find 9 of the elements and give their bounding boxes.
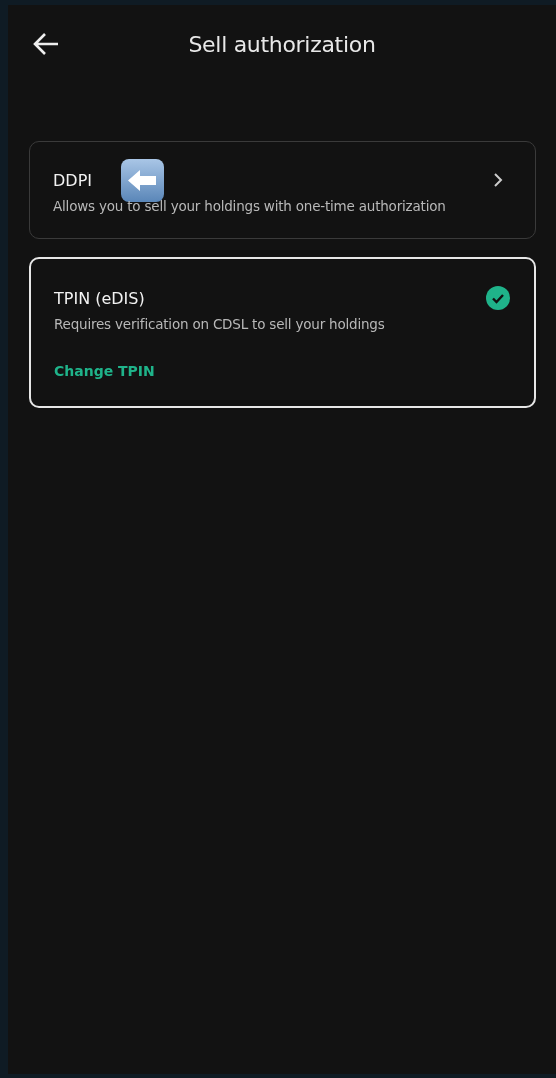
- change-tpin-link[interactable]: Change TPIN: [54, 363, 155, 379]
- screen-title: Sell authorization: [187, 31, 377, 57]
- option-card[interactable]: TPIN (eDIS) Requires verification on CDSL to sell your holdings Change TPIN: [29, 257, 536, 408]
- option-description: Allows you to sell your holdings with one-time authorization: [53, 198, 447, 214]
- option-title: TPIN (eDIS): [54, 288, 145, 308]
- option-description: Requires verification on CDSL to sell your holdings: [54, 316, 386, 332]
- back-icon[interactable]: [32, 32, 60, 56]
- option-card[interactable]: DDPI Allows you to sell your holdings with one-time authorization: [29, 141, 536, 239]
- option-title: DDPI: [53, 170, 92, 190]
